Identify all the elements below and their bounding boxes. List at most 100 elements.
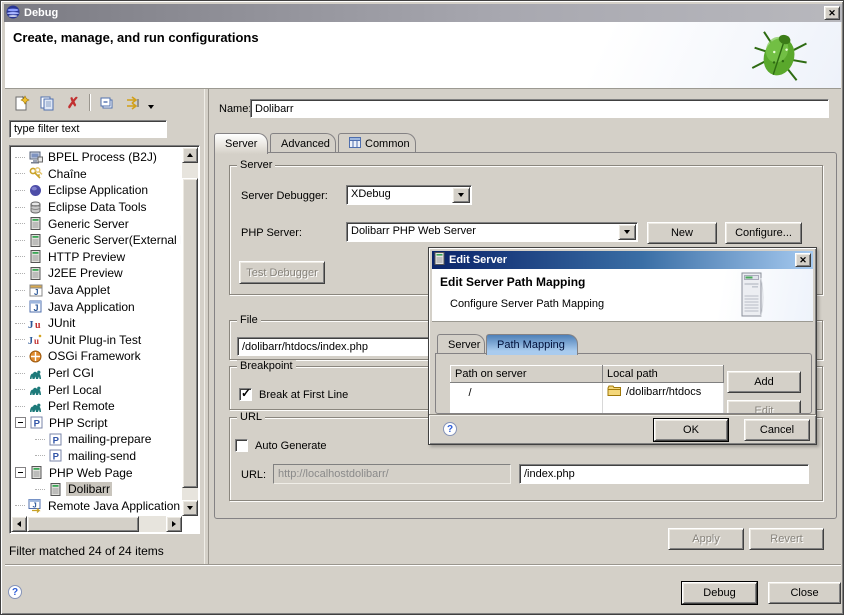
column-path-on-server[interactable]: Path on server (451, 366, 603, 383)
tree-item-label: Eclipse Data Tools (46, 200, 149, 214)
php-icon: P (48, 432, 63, 446)
dialog-tab-path-mapping[interactable]: Path Mapping (486, 334, 578, 355)
tree-connector (35, 439, 45, 440)
tab-server[interactable]: Server (214, 133, 268, 154)
php-icon: P (48, 449, 63, 463)
tree-item-bpel-process-b2j[interactable]: BPEL Process (B2J) (11, 149, 181, 166)
tree-item-label: BPEL Process (B2J) (46, 150, 159, 164)
perl-icon (28, 399, 43, 413)
tree-item-mailing-send[interactable]: Pmailing-send (11, 448, 181, 465)
tree-item-label: Perl CGI (46, 366, 96, 380)
tree-item-label: Eclipse Application (46, 183, 150, 197)
toolbar-menu-chevron-icon[interactable] (145, 97, 157, 117)
tree-item-eclipse-data-tools[interactable]: Eclipse Data Tools (11, 199, 181, 216)
new-server-button[interactable]: New (647, 222, 717, 244)
tree-connector (15, 306, 25, 307)
bottom-separator (5, 564, 841, 566)
tree-item-osgi-framework[interactable]: OSGi Framework (11, 348, 181, 365)
panel-sash[interactable] (204, 89, 209, 564)
add-mapping-button[interactable]: Add (727, 371, 801, 393)
new-configuration-icon[interactable] (11, 93, 31, 113)
tree-connector (35, 489, 45, 490)
tree-item-generic-server-external-la[interactable]: Generic Server(External La (11, 232, 181, 249)
tree-item-junit-plug-in-test[interactable]: JuJUnit Plug-in Test (11, 332, 181, 349)
collapse-toggle-icon[interactable] (15, 417, 26, 428)
tree-connector (15, 157, 25, 158)
revert-button: Revert (749, 528, 824, 550)
scroll-up-button[interactable] (182, 147, 198, 163)
scroll-right-button[interactable] (166, 516, 182, 532)
tree-item-remote-java-application[interactable]: JRemote Java Application (11, 497, 181, 514)
tree-connector (15, 173, 25, 174)
tree-item-perl-local[interactable]: Perl Local (11, 381, 181, 398)
dialog-help-icon[interactable]: ? (443, 422, 457, 436)
tree-item-dolibarr[interactable]: Dolibarr (11, 481, 181, 498)
database-icon (28, 200, 43, 214)
tree-item-perl-remote[interactable]: Perl Remote (11, 398, 181, 415)
dialog-subheading: Configure Server Path Mapping (450, 298, 604, 310)
auto-generate-checkbox[interactable] (235, 439, 248, 452)
horizontal-scroll-thumb[interactable] (27, 516, 139, 532)
tab-advanced[interactable]: Advanced (270, 133, 336, 153)
tab-common[interactable]: Common (338, 133, 416, 153)
tree-item-eclipse-application[interactable]: Eclipse Application (11, 182, 181, 199)
toolbar-separator (89, 94, 91, 111)
header-banner: Create, manage, and run configurations (5, 22, 841, 89)
tree-connector (15, 223, 25, 224)
filter-status-text: Filter matched 24 of 24 items (9, 544, 164, 558)
scroll-down-button[interactable] (182, 500, 198, 516)
tree-item-label: JUnit Plug-in Test (46, 333, 143, 347)
duplicate-icon[interactable] (37, 93, 57, 113)
dialog-tab-server[interactable]: Server (437, 334, 485, 354)
server-icon (29, 466, 44, 480)
tree-item-php-script[interactable]: PPHP Script (11, 415, 181, 432)
filter-input[interactable] (9, 120, 167, 138)
help-icon[interactable]: ? (8, 585, 22, 599)
server-icon (28, 217, 43, 231)
tree-item-mailing-prepare[interactable]: Pmailing-prepare (11, 431, 181, 448)
window-close-button[interactable]: ✕ (824, 6, 840, 20)
tree-connector (15, 240, 25, 241)
name-input[interactable] (250, 99, 829, 118)
break-first-line-checkbox[interactable] (239, 388, 252, 401)
tree-item-label: mailing-send (66, 449, 138, 463)
combo-dropdown-icon[interactable] (618, 224, 636, 240)
tree-item-http-preview[interactable]: HTTP Preview (11, 249, 181, 266)
filter-icon[interactable] (123, 93, 143, 113)
tree-item-generic-server[interactable]: Generic Server (11, 215, 181, 232)
scroll-left-button[interactable] (11, 516, 27, 532)
server-debugger-combo[interactable]: XDebug (346, 185, 472, 205)
tree-connector (15, 290, 25, 291)
delete-icon[interactable]: ✗ (63, 93, 83, 113)
tree-item-label: Remote Java Application (46, 499, 181, 513)
tree-item-java-application[interactable]: JJava Application (11, 298, 181, 315)
tree-item-cha-ne[interactable]: Chaîne (11, 166, 181, 183)
cancel-button[interactable]: Cancel (744, 419, 810, 441)
close-button[interactable]: Close (768, 582, 841, 604)
combo-dropdown-icon[interactable] (452, 187, 470, 203)
auto-generate-label: Auto Generate (255, 440, 327, 452)
debug-button[interactable]: Debug (682, 582, 757, 604)
path-mapping-row[interactable]: //dolibarr/htdocs (451, 383, 724, 403)
vertical-scroll-thumb[interactable] (182, 178, 198, 488)
ok-button[interactable]: OK (654, 419, 728, 441)
php-server-combo[interactable]: Dolibarr PHP Web Server (346, 222, 638, 242)
window-titlebar: Debug ✕ (4, 4, 842, 22)
tree-item-java-applet[interactable]: JJava Applet (11, 282, 181, 299)
junit-icon: Ju (28, 316, 43, 330)
tree-item-label: PHP Web Page (47, 466, 135, 480)
url-path-input[interactable] (519, 464, 809, 484)
tree-item-junit[interactable]: JuJUnit (11, 315, 181, 332)
collapse-all-icon[interactable] (97, 93, 117, 113)
path-on-server-cell: / (451, 383, 603, 403)
dialog-banner: Edit Server Path Mapping Configure Serve… (432, 269, 813, 322)
tree-item-j2ee-preview[interactable]: J2EE Preview (11, 265, 181, 282)
osgi-icon (28, 349, 43, 363)
tree-item-php-web-page[interactable]: PHP Web Page (11, 464, 181, 481)
dialog-close-button[interactable]: ✕ (795, 253, 811, 267)
tree-item-perl-cgi[interactable]: Perl CGI (11, 365, 181, 382)
column-local-path[interactable]: Local path (603, 366, 724, 383)
collapse-toggle-icon[interactable] (15, 467, 26, 478)
configure-button[interactable]: Configure... (725, 222, 802, 244)
keys-icon (28, 167, 43, 181)
